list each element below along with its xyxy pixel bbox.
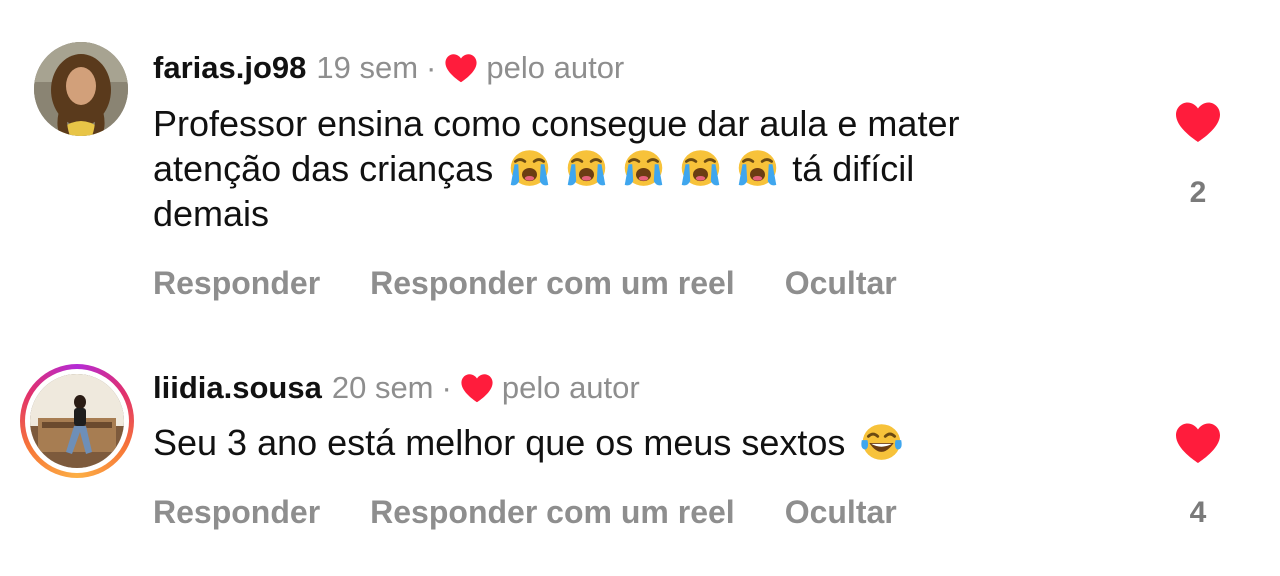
comment-text-segment: tá difícil: [792, 148, 915, 189]
separator-dot: ·: [426, 50, 437, 85]
face-with-tears-of-joy-icon: [859, 421, 904, 463]
comment-item: farias.jo98 19 sem · pelo autor Professo…: [0, 0, 1280, 320]
reply-button[interactable]: Responder: [153, 494, 320, 531]
comment-text: Seu 3 ano está melhor que os meus sextos: [153, 420, 1133, 465]
liked-by-author-label: pelo autor: [501, 370, 640, 405]
like-heart-icon[interactable]: [1174, 422, 1222, 464]
avatar-image: [30, 374, 124, 468]
like-count[interactable]: 2: [1174, 176, 1222, 210]
liked-by-author-heart-icon: [444, 53, 478, 83]
avatar[interactable]: [34, 42, 128, 136]
loudly-crying-face-icon: [564, 147, 609, 189]
loudly-crying-face-icon: [678, 147, 723, 189]
avatar-image: [34, 42, 128, 136]
timestamp: 19 sem: [316, 50, 419, 85]
reply-with-reel-button[interactable]: Responder com um reel: [370, 265, 735, 302]
reply-with-reel-button[interactable]: Responder com um reel: [370, 494, 735, 531]
like-heart-icon[interactable]: [1174, 101, 1222, 143]
hide-button[interactable]: Ocultar: [785, 265, 897, 302]
comment-text-line: atenção das crianças tá difícil: [153, 146, 1133, 191]
comment-text-line: Professor ensina como consegue dar aula …: [153, 103, 960, 144]
comment-item: liidia.sousa 20 sem · pelo autor Seu 3 a…: [0, 360, 1280, 576]
username[interactable]: liidia.sousa: [153, 370, 322, 406]
comment-text-segment: Seu 3 ano está melhor que os meus sextos: [153, 422, 846, 463]
comment-header: farias.jo98 19 sem · pelo autor: [153, 50, 624, 86]
comment-text-segment: atenção das crianças: [153, 148, 494, 189]
username[interactable]: farias.jo98: [153, 50, 306, 86]
liked-by-author-label: pelo autor: [486, 50, 625, 85]
comment-text-line: Seu 3 ano está melhor que os meus sextos: [153, 420, 1133, 465]
comment-actions: Responder Responder com um reel Ocultar: [153, 494, 897, 531]
timestamp: 20 sem: [331, 370, 434, 405]
comment-header: liidia.sousa 20 sem · pelo autor: [153, 370, 640, 406]
like-count[interactable]: 4: [1174, 496, 1222, 530]
comment-text: Professor ensina como consegue dar aula …: [153, 101, 1133, 236]
avatar[interactable]: [30, 374, 124, 468]
comment-actions: Responder Responder com um reel Ocultar: [153, 265, 897, 302]
loudly-crying-face-icon: [621, 147, 666, 189]
loudly-crying-face-icon: [735, 147, 780, 189]
comment-text-line: demais: [153, 193, 270, 234]
liked-by-author-heart-icon: [460, 373, 494, 403]
loudly-crying-face-icon: [507, 147, 552, 189]
reply-button[interactable]: Responder: [153, 265, 320, 302]
separator-dot: ·: [441, 370, 452, 405]
hide-button[interactable]: Ocultar: [785, 494, 897, 531]
